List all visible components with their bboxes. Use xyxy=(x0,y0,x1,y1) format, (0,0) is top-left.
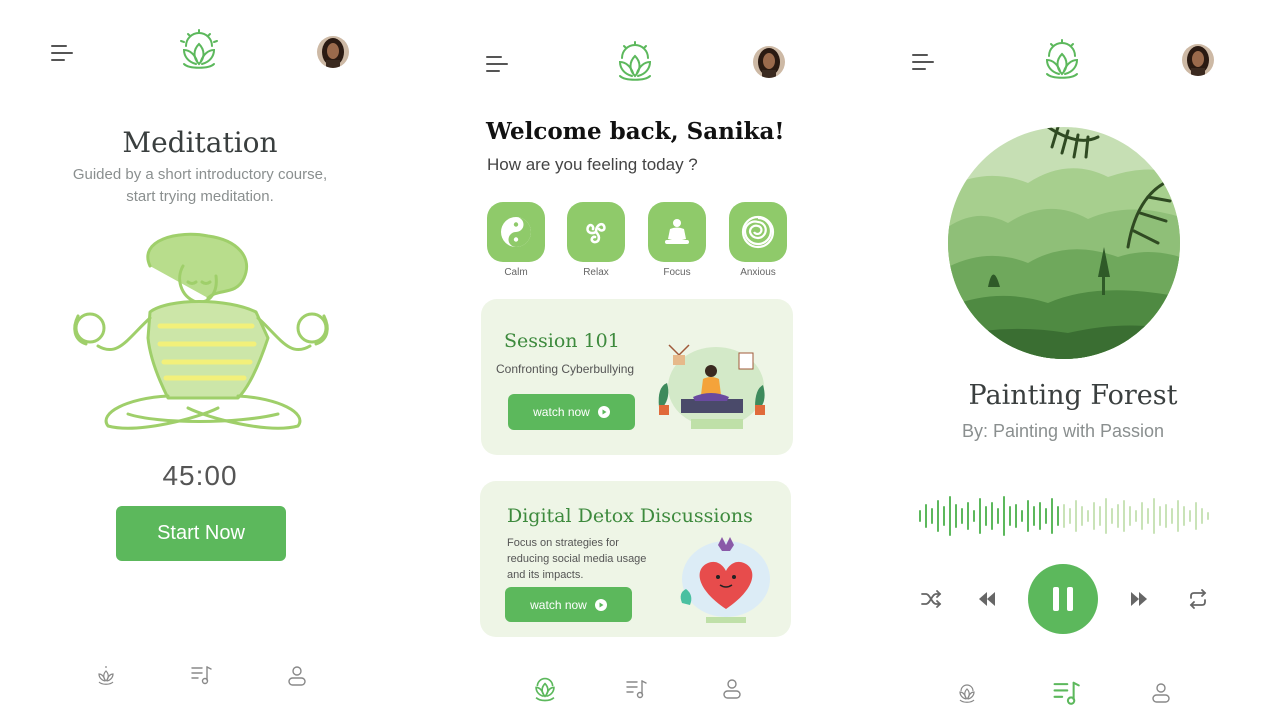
avatar[interactable] xyxy=(317,36,349,68)
welcome-heading: Welcome back, Sanika! xyxy=(486,118,785,145)
detox-description: Focus on strategies for reducing social … xyxy=(507,535,646,583)
menu-icon[interactable] xyxy=(911,52,935,72)
home-screen: Welcome back, Sanika! How are you feelin… xyxy=(430,0,840,719)
watch-now-label: watch now xyxy=(530,597,587,612)
mood-focus-button[interactable] xyxy=(648,202,706,262)
pause-button[interactable] xyxy=(1028,564,1098,634)
shuffle-icon[interactable] xyxy=(920,588,942,610)
mood-label-calm: Calm xyxy=(504,267,528,278)
avatar[interactable] xyxy=(753,46,785,78)
subtitle-line1: Guided by a short introductory course, xyxy=(72,166,328,183)
menu-icon[interactable] xyxy=(50,43,74,63)
feeling-question: How are you feeling today ? xyxy=(487,155,698,174)
session-card[interactable]: Session 101 Confronting Cyberbullying wa… xyxy=(481,299,793,455)
music-list-icon[interactable] xyxy=(190,664,212,686)
mood-anxious-button[interactable] xyxy=(729,202,787,262)
yoga-room-illustration xyxy=(658,344,765,429)
detox-desc-line2: reducing social media usage xyxy=(507,553,647,565)
digital-detox-card[interactable]: Digital Detox Discussions Focus on strat… xyxy=(480,481,791,637)
spiral-icon xyxy=(741,215,775,249)
player-screen: Painting Forest By: Painting with Passio… xyxy=(860,0,1280,719)
session-watch-now-button[interactable]: watch now xyxy=(508,394,635,430)
heart-character-illustration xyxy=(680,537,770,623)
profile-icon[interactable] xyxy=(721,678,743,700)
lotus-nav-icon[interactable] xyxy=(956,683,978,705)
menu-icon[interactable] xyxy=(485,54,509,74)
session-title: Session 101 xyxy=(504,330,620,352)
music-list-icon[interactable] xyxy=(1052,679,1080,707)
lotus-logo-icon xyxy=(618,41,652,81)
page-title: Meditation xyxy=(122,126,278,159)
mood-calm-button[interactable] xyxy=(487,202,545,262)
triskelion-icon xyxy=(586,222,606,244)
track-artist: By: Painting with Passion xyxy=(961,421,1165,441)
lotus-logo-icon xyxy=(180,29,218,69)
mood-label-focus: Focus xyxy=(663,267,691,278)
watch-now-label: watch now xyxy=(533,405,590,419)
play-circle-icon xyxy=(594,598,607,611)
yin-yang-icon xyxy=(501,217,531,247)
detox-desc-line3: and its impacts. xyxy=(507,569,584,581)
start-now-button[interactable]: Start Now xyxy=(116,506,286,561)
album-art-forest xyxy=(948,127,1180,359)
lotus-nav-icon[interactable] xyxy=(531,676,559,704)
meditation-screen: Meditation Guided by a short introductor… xyxy=(0,0,400,719)
profile-icon[interactable] xyxy=(1150,682,1172,704)
play-circle-icon xyxy=(597,406,610,418)
lotus-logo-icon xyxy=(1045,39,1079,79)
rewind-icon[interactable] xyxy=(976,588,998,610)
lotus-nav-icon[interactable] xyxy=(95,665,117,687)
timer: 45:00 xyxy=(162,460,238,491)
profile-icon[interactable] xyxy=(286,665,308,687)
pause-icon xyxy=(1053,587,1073,611)
session-subtitle: Confronting Cyberbullying xyxy=(496,362,635,376)
music-list-icon[interactable] xyxy=(625,678,647,700)
mood-label-anxious: Anxious xyxy=(740,267,776,278)
detox-title: Digital Detox Discussions xyxy=(507,505,753,527)
buddha-icon xyxy=(665,219,689,244)
track-title: Painting Forest xyxy=(968,380,1178,411)
mood-relax-button[interactable] xyxy=(567,202,625,262)
mood-label-relax: Relax xyxy=(583,267,609,278)
subtitle-line2: start trying meditation. xyxy=(126,188,274,205)
repeat-icon[interactable] xyxy=(1187,588,1209,610)
detox-desc-line1: Focus on strategies for xyxy=(507,537,619,549)
avatar[interactable] xyxy=(1182,44,1214,76)
meditating-woman-illustration xyxy=(73,232,329,430)
audio-waveform[interactable] xyxy=(918,495,1210,537)
detox-watch-now-button[interactable]: watch now xyxy=(505,587,632,622)
fast-forward-icon[interactable] xyxy=(1128,588,1150,610)
